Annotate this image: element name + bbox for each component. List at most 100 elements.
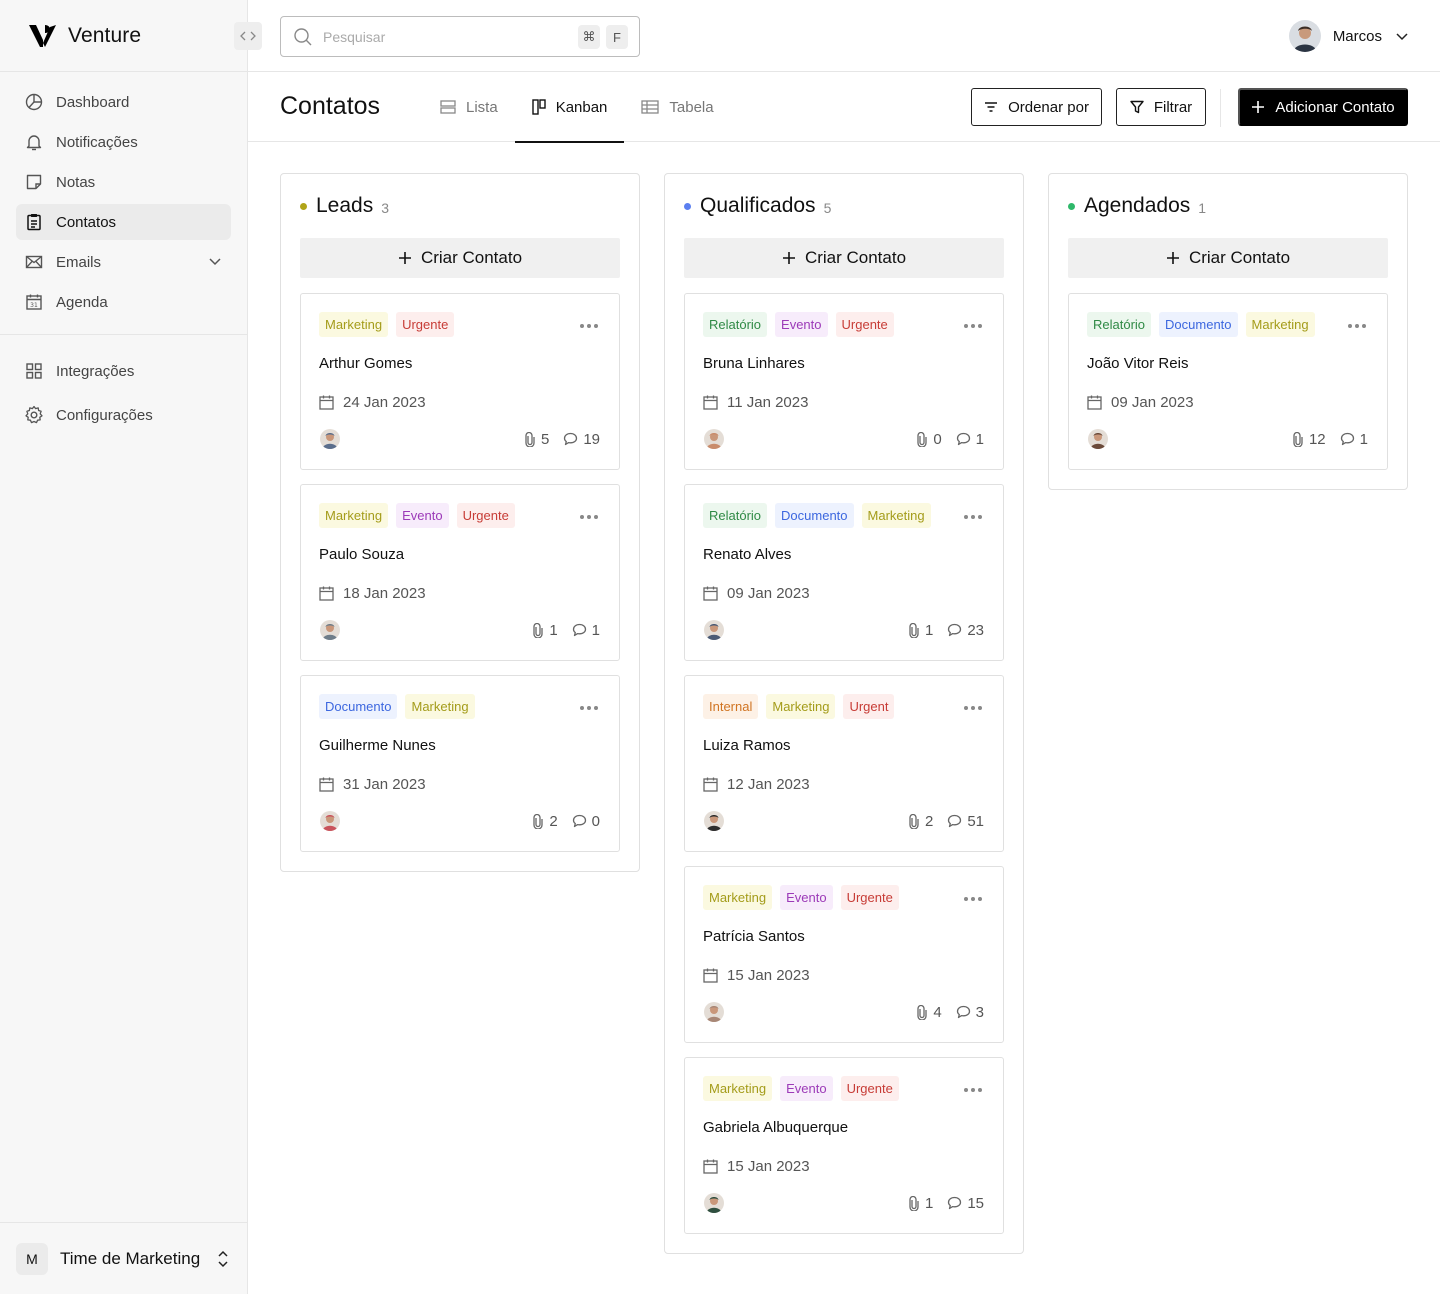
card-meta: 43 xyxy=(916,1004,984,1021)
avatar[interactable] xyxy=(704,429,724,449)
more-options-icon[interactable] xyxy=(579,514,599,520)
sidebar-item-agenda[interactable]: 31 Agenda xyxy=(16,284,231,320)
contact-date: 12 Jan 2023 xyxy=(703,774,985,794)
contact-card[interactable]: Relatório Documento Marketing João Vitor Re… xyxy=(1068,293,1388,470)
tag-badge: Marketing xyxy=(703,1076,773,1101)
user-avatar xyxy=(1288,20,1321,52)
more-options-icon[interactable] xyxy=(579,705,599,711)
sort-label: Ordenar por xyxy=(1008,98,1089,116)
date-text: 15 Jan 2023 xyxy=(727,1157,810,1175)
contact-name: Gabriela Albuquerque xyxy=(703,1119,849,1136)
card-tags: Documento Marketing xyxy=(319,694,601,720)
user-menu[interactable]: Marcos xyxy=(1288,20,1410,52)
sidebar-item-notas[interactable]: Notas xyxy=(16,164,231,200)
comment-icon xyxy=(572,814,587,828)
sidebar-item-integracoes[interactable]: Integrações xyxy=(16,353,231,389)
card-meta: 1 15 xyxy=(908,1195,984,1212)
mail-icon xyxy=(24,252,44,272)
column-count: 3 xyxy=(381,200,390,216)
avatar[interactable] xyxy=(704,811,724,831)
calendar-icon xyxy=(1087,395,1102,410)
chevron-up-down-icon[interactable] xyxy=(217,1249,229,1269)
sidebar-item-dashboard[interactable]: Dashboard xyxy=(16,84,231,120)
sidebar-item-label: Emails xyxy=(56,253,102,271)
comments-count: 1 xyxy=(975,430,984,448)
search-box[interactable]: ⌘ F xyxy=(280,16,640,57)
column-header: Qualificados 5 xyxy=(684,174,1004,238)
tag-badge: Marketing xyxy=(861,503,931,528)
team-switcher[interactable]: M Time de Marketing xyxy=(0,1222,247,1294)
more-options-icon[interactable] xyxy=(579,323,599,329)
avatar[interactable] xyxy=(320,429,340,449)
avatar[interactable] xyxy=(704,620,724,640)
contact-card[interactable]: Marketing Urgente Arthur Gomes 24 Jan 2023 5… xyxy=(300,293,620,470)
sidebar-item-configuracoes[interactable]: Configurações xyxy=(16,397,231,433)
more-options-icon[interactable] xyxy=(963,1087,983,1093)
calendar-icon xyxy=(319,777,334,792)
avatar[interactable] xyxy=(320,811,340,831)
tab-kanban[interactable]: Kanban xyxy=(514,72,625,143)
plus-icon xyxy=(398,251,412,265)
create-contact-button[interactable]: Criar Contato xyxy=(1068,238,1388,278)
tag-badge: Marketing xyxy=(703,885,773,910)
more-options-icon[interactable] xyxy=(1347,323,1367,329)
tag-badge: Urgente xyxy=(456,503,515,528)
tab-lista[interactable]: Lista xyxy=(423,72,515,142)
sidebar-item-label: Dashboard xyxy=(56,93,130,111)
date-text: 18 Jan 2023 xyxy=(343,584,426,602)
create-contact-button[interactable]: Criar Contato xyxy=(684,238,1004,278)
chevron-down-icon[interactable] xyxy=(207,253,223,269)
create-contact-button[interactable]: Criar Contato xyxy=(300,238,620,278)
more-options-icon[interactable] xyxy=(963,705,983,711)
contact-card[interactable]: Relatório Documento Marketing Renato Alves 0… xyxy=(684,484,1004,661)
contact-card[interactable]: Marketing Evento Urgente Gabriela Albuquerq… xyxy=(684,1057,1004,1234)
tab-label: Kanban xyxy=(555,98,608,116)
avatar[interactable] xyxy=(320,620,340,640)
create-contact-label: Criar Contato xyxy=(420,248,523,267)
add-contact-button[interactable]: Adicionar Contato xyxy=(1238,88,1408,126)
tag-badge: Marketing xyxy=(766,694,836,719)
card-tags: Relatório Documento Marketing xyxy=(1087,312,1369,338)
contact-card[interactable]: Marketing Evento Urgente Patrícia Santos 15 … xyxy=(684,866,1004,1043)
more-options-icon[interactable] xyxy=(963,514,983,520)
tab-tabela[interactable]: Tabela xyxy=(624,72,730,142)
sidebar-item-notificacoes[interactable]: Notificações xyxy=(16,124,231,160)
search-input[interactable] xyxy=(323,28,563,45)
gear-icon xyxy=(24,405,44,425)
comment-icon xyxy=(563,432,578,446)
contact-card[interactable]: Relatório Evento Urgente Bruna Linhares 11 J… xyxy=(684,293,1004,470)
comment-icon xyxy=(947,1196,962,1210)
more-options-icon[interactable] xyxy=(963,896,983,902)
filter-button[interactable]: Filtrar xyxy=(1116,88,1206,126)
more-options-icon[interactable] xyxy=(963,323,983,329)
sidebar-collapse-button[interactable] xyxy=(234,22,262,50)
sort-button[interactable]: Ordenar por xyxy=(971,88,1102,126)
avatar[interactable] xyxy=(704,1193,724,1213)
avatar[interactable] xyxy=(1088,429,1108,449)
sidebar-item-emails[interactable]: Emails xyxy=(16,244,231,280)
contact-card[interactable]: Internal Marketing Urgent Luiza Ramos 12 Jan… xyxy=(684,675,1004,852)
paperclip-icon xyxy=(916,1004,928,1020)
date-text: 09 Jan 2023 xyxy=(1111,393,1194,411)
sidebar-item-label: Notas xyxy=(56,173,96,191)
tag-badge: Marketing xyxy=(319,312,389,337)
attachments-count: 0 xyxy=(933,430,942,448)
contact-name: Bruna Linhares xyxy=(703,355,805,372)
contact-card[interactable]: Documento Marketing Guilherme Nunes 31 Jan … xyxy=(300,675,620,852)
tab-label: Tabela xyxy=(669,98,714,116)
attachments-count: 2 xyxy=(549,812,558,830)
tag-badge: Urgente xyxy=(396,312,455,337)
paperclip-icon xyxy=(908,1195,920,1211)
contact-card[interactable]: Marketing Evento Urgente Paulo Souza 18 Jan … xyxy=(300,484,620,661)
tag-badge: Documento xyxy=(319,694,398,719)
comment-icon xyxy=(572,623,587,637)
sidebar-item-contatos[interactable]: Contatos xyxy=(16,204,231,240)
brand-name: Venture xyxy=(68,23,142,47)
attachments-count: 4 xyxy=(933,1003,942,1021)
clipboard-icon xyxy=(24,212,44,232)
tag-badge: Evento xyxy=(780,885,833,910)
column-status-dot xyxy=(684,202,691,210)
avatar[interactable] xyxy=(704,1002,724,1022)
venture-logo-icon[interactable] xyxy=(28,23,58,49)
tag-badge: Marketing xyxy=(319,503,389,528)
